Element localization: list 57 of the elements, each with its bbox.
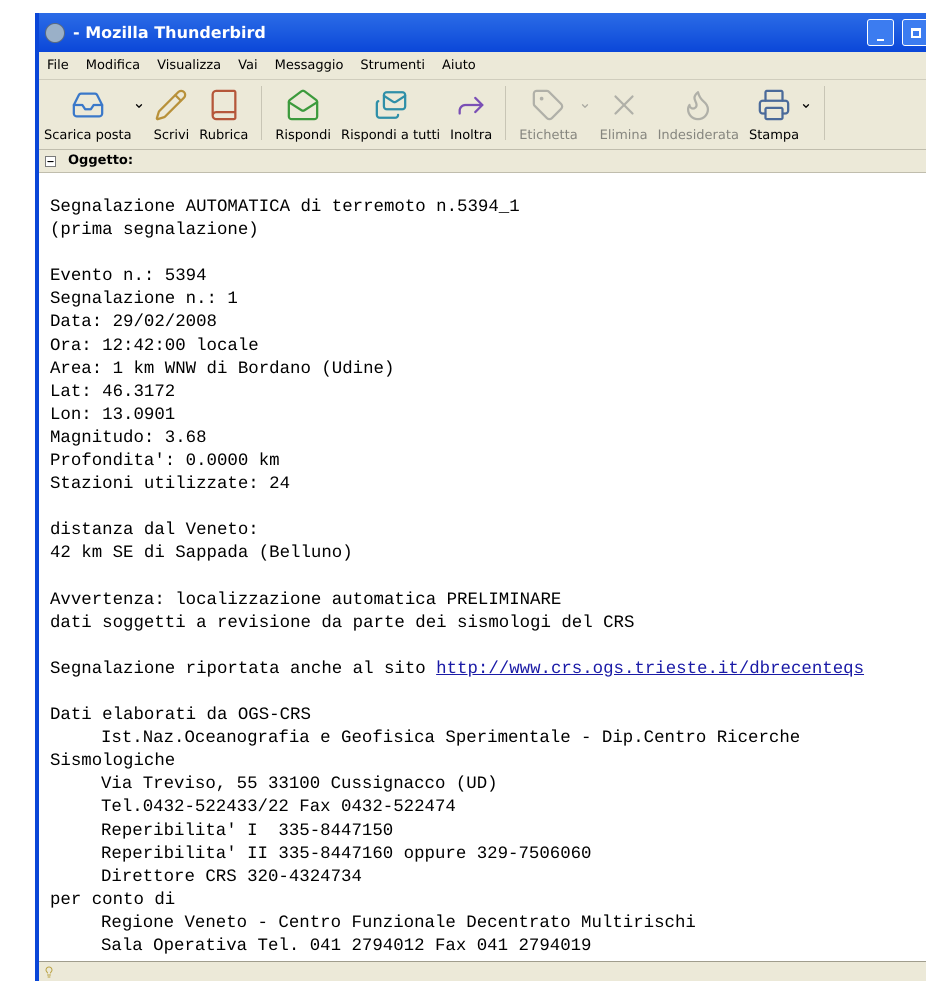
message-line: Direttore CRS 320-4324734: [100, 866, 362, 889]
maximize-button[interactable]: [902, 19, 926, 46]
tag-icon: [531, 88, 566, 122]
message-line: Evento n.: 5394: [50, 266, 207, 288]
dropdown-caret-icon: [801, 101, 812, 111]
message-line: Magnitudo: 3.68: [50, 428, 207, 450]
message-line: Via Treviso, 55 33100 Cussignacco (UD): [100, 774, 498, 796]
message-line: Reperibilita' I 335-8447150: [100, 820, 394, 843]
minimize-button[interactable]: [867, 19, 894, 46]
dropdown-caret-icon: [580, 101, 590, 111]
message-line: Ist.Naz.Oceanografia e Geofisica Sperimentale - Dip.Centro Ricerche: [100, 728, 800, 750]
message-line: per conto di: [50, 890, 176, 912]
link[interactable]: http://www.crs.ogs.trieste.it/dbrecenteqs: [436, 660, 864, 679]
message-line: Stazioni utilizzate: 24: [50, 474, 290, 496]
menu-item[interactable]: Modifica: [86, 56, 140, 76]
toolbar-button[interactable]: Scarica posta: [39, 88, 149, 145]
toolbar-button[interactable]: Rispondi a tutti: [336, 88, 446, 145]
message-line: Segnalazione riportata anche al sito: [50, 660, 427, 679]
message-line: Segnalazione n.: 1: [50, 289, 238, 312]
menu-item[interactable]: Messaggio: [274, 56, 344, 76]
app-icon: [45, 22, 65, 42]
dropdown-caret-icon: [134, 101, 144, 111]
message-line: Profondita': 0.0000 km: [50, 451, 280, 474]
message-line: Lat: 46.3172: [50, 382, 176, 404]
toolbar-button[interactable]: Inoltra: [445, 88, 498, 145]
message-line: Ora: 12:42:00 locale: [50, 336, 259, 358]
message-line: Avvertenza: localizzazione automatica PRELIMINARE: [50, 590, 562, 612]
message-line: Sala Operativa Tel. 041 2794012 Fax 041 2794019: [100, 936, 592, 958]
message-line: Sismologiche: [50, 751, 176, 774]
header-label: Oggetto:: [68, 152, 134, 170]
menu-item[interactable]: File: [47, 56, 69, 76]
menu-item[interactable]: Strumenti: [360, 56, 425, 76]
message-line: Data: 29/02/2008: [50, 312, 217, 334]
menu-item[interactable]: Vai: [238, 56, 258, 76]
toolbar-button[interactable]: Rispondi: [270, 88, 336, 145]
message-line: (prima segnalazione): [50, 220, 259, 242]
message-line: Regione Veneto - Centro Funzionale Decentrato Multirischi: [100, 912, 696, 935]
message-line: Dati elaborati da OGS-CRS: [50, 705, 311, 728]
menu-item[interactable]: Aiuto: [442, 56, 476, 76]
message-line: 42 km SE di Sappada (Belluno): [50, 543, 353, 566]
lightbulb-icon: [43, 966, 55, 978]
message-line: Lon: 13.0901: [50, 404, 176, 427]
message-line: Tel.0432-522433/22 Fax 0432-522474: [100, 797, 456, 820]
envelope-icon: [286, 88, 320, 122]
window-title: - Mozilla Thunderbird: [73, 22, 267, 44]
message-line: Segnalazione AUTOMATICA di terremoto n.5394_1: [50, 197, 520, 219]
message-line: Reperibilita' II 335-8447160 oppure 329-7506060: [100, 844, 592, 866]
toolbar-button[interactable]: Scrivi: [148, 88, 194, 145]
message-line: distanza dal Veneto:: [50, 520, 259, 542]
pencil-icon: [154, 88, 188, 122]
toolbar-button[interactable]: Stampa: [744, 88, 816, 145]
printer-icon: [757, 88, 792, 122]
toolbar-button[interactable]: Rubrica: [194, 88, 254, 145]
collapse-toggle[interactable]: [45, 156, 56, 166]
message-line: Area: 1 km WNW di Bordano (Udine): [50, 358, 394, 381]
menu-item[interactable]: Visualizza: [157, 56, 222, 76]
message-line: dati soggetti a revisione da parte dei sismologi del CRS: [50, 612, 634, 635]
